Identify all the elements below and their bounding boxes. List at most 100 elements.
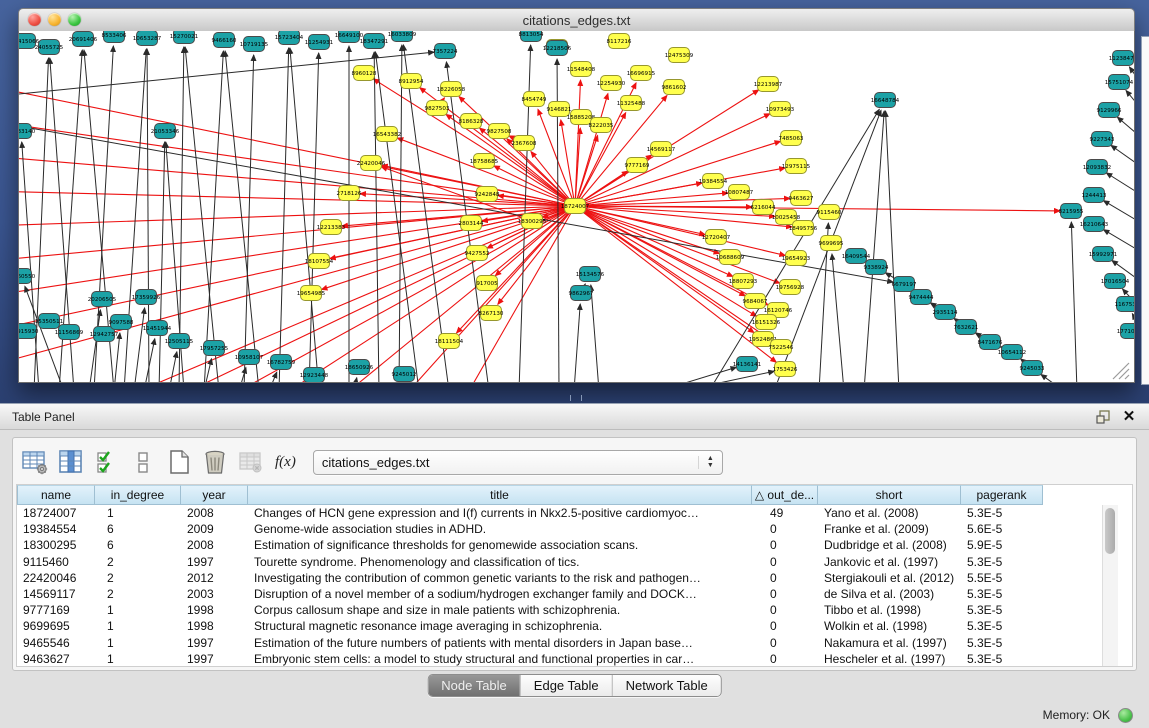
graph-node[interactable]: 20691406 (69, 32, 98, 47)
table-row[interactable]: 1872400712008Changes of HCN gene express… (17, 505, 1132, 521)
panel-split-handle[interactable] (570, 395, 582, 401)
function-builder-button[interactable]: f(x) (273, 454, 298, 471)
graph-node[interactable]: 8813054 (519, 31, 544, 42)
graph-node[interactable]: 12254930 (597, 76, 626, 91)
graph-node[interactable]: 16543382 (373, 127, 401, 142)
table-row[interactable]: 1938455462009Genome-wide association stu… (17, 521, 1132, 537)
delete-table-button-disabled[interactable] (237, 449, 264, 476)
column-header-in_degree[interactable]: in_degree (95, 485, 181, 505)
graph-node[interactable]: 18347291 (360, 34, 389, 49)
graph-node[interactable]: 18724007 (561, 199, 590, 214)
graph-node[interactable]: 9338924 (864, 260, 889, 275)
graph-node[interactable]: 7522546 (769, 340, 794, 355)
graph-node[interactable]: 9777169 (625, 158, 650, 173)
graph-node[interactable]: 2367608 (512, 136, 537, 151)
graph-node[interactable]: 20533140 (19, 124, 36, 139)
graph-node[interactable]: 1753426 (773, 362, 798, 377)
graph-node[interactable]: 8186328 (459, 114, 484, 129)
network-window-titlebar[interactable]: citations_edges.txt (18, 8, 1135, 32)
graph-node[interactable]: 8533406 (102, 31, 127, 43)
graph-node[interactable]: 12213987 (754, 77, 783, 92)
graph-node[interactable]: 9245033 (1020, 361, 1045, 376)
graph-node[interactable]: 9474444 (909, 290, 934, 305)
graph-node[interactable]: 8960128 (352, 66, 377, 81)
graph-node[interactable]: 12923448 (300, 368, 329, 383)
graph-node[interactable]: 917005 (476, 276, 498, 291)
table-body[interactable]: 1872400712008Changes of HCN gene express… (17, 505, 1132, 667)
graph-node[interactable]: 10958107 (235, 350, 264, 365)
table-select-dropdown[interactable]: citations_edges.txt ▲▼ (313, 450, 723, 475)
graph-node[interactable]: 16033809 (388, 31, 417, 42)
graph-node[interactable]: 9245012 (392, 367, 417, 382)
graph-node[interactable]: 17016504 (1101, 274, 1130, 289)
show-columns-button[interactable] (57, 449, 84, 476)
graph-node[interactable]: 7357224 (433, 44, 458, 59)
graph-node[interactable]: 8222035 (589, 118, 614, 133)
table-row[interactable]: 1830029562008Estimation of significance … (17, 537, 1132, 553)
graph-node[interactable]: 9463627 (789, 191, 814, 206)
graph-node[interactable]: 9466160 (212, 33, 237, 48)
graph-node[interactable]: 1244413 (1082, 188, 1107, 203)
graph-node[interactable]: 10973493 (766, 102, 795, 117)
unselect-all-button[interactable] (129, 449, 156, 476)
graph-node[interactable]: 16210643 (1080, 217, 1109, 232)
table-row[interactable]: 2242004622012Investigating the contribut… (17, 570, 1132, 586)
table-row[interactable]: 946362711997Embryonic stem cells: a mode… (17, 651, 1132, 667)
graph-node[interactable]: 6679197 (892, 277, 917, 292)
graph-node[interactable]: 11451944 (143, 321, 172, 336)
graph-node[interactable]: 12720407 (702, 230, 731, 245)
graph-nodes[interactable]: 1872400789601288912954182260589827503165… (19, 31, 1134, 382)
graph-node[interactable]: 19756928 (776, 280, 805, 295)
table-row[interactable]: 911546021997Tourette syndrome. Phenomeno… (17, 554, 1132, 570)
graph-node[interactable]: 11548408 (567, 62, 596, 77)
graph-node[interactable]: 19654985 (297, 286, 326, 301)
table-mode-button[interactable] (21, 449, 48, 476)
graph-node[interactable]: 16782759 (267, 355, 296, 370)
graph-node[interactable]: 15270021 (170, 31, 199, 44)
graph-node[interactable]: 12975115 (782, 159, 811, 174)
graph-node[interactable]: 9684067 (743, 294, 768, 309)
delete-column-trash-button[interactable] (201, 449, 228, 476)
graph-node[interactable]: 10719135 (240, 37, 269, 52)
graph-node[interactable]: 8215955 (1059, 204, 1084, 219)
graph-node[interactable]: 10654112 (998, 345, 1026, 360)
graph-node[interactable]: 11254931 (305, 35, 334, 50)
graph-node[interactable]: 3915930 (19, 324, 39, 339)
table-row[interactable]: 977716911998Corpus callosum shape and si… (17, 602, 1132, 618)
graph-node[interactable]: 14569117 (647, 142, 676, 157)
table-row[interactable]: 946554611997Estimation of the future num… (17, 635, 1132, 651)
table-vertical-scrollbar[interactable] (1102, 505, 1118, 666)
graph-node[interactable]: 8912954 (399, 74, 424, 89)
column-header-short[interactable]: short (818, 485, 961, 505)
graph-node[interactable]: 2935114 (933, 305, 958, 320)
graph-node[interactable]: 25260550 (19, 269, 36, 284)
graph-node[interactable]: 17710494 (1117, 324, 1134, 339)
graph-node[interactable]: 15134576 (576, 267, 605, 282)
graph-node[interactable]: 9129966 (1097, 103, 1122, 118)
graph-node[interactable]: 6216044 (751, 200, 776, 215)
select-all-button[interactable] (93, 449, 120, 476)
new-column-button[interactable] (165, 449, 192, 476)
graph-node[interactable]: 9097588 (109, 315, 134, 330)
graph-node[interactable]: 12505115 (165, 334, 194, 349)
graph-node[interactable]: 14136141 (733, 357, 762, 372)
graph-node[interactable]: 9242848 (475, 187, 500, 202)
graph-node[interactable]: 19654923 (782, 251, 811, 266)
graph-node[interactable]: 15992971 (1089, 247, 1118, 262)
tab-network-table[interactable]: Network Table (612, 675, 721, 696)
graph-node[interactable]: 12213383 (317, 220, 346, 235)
graph-node[interactable]: 17957255 (200, 341, 229, 356)
graph-node[interactable]: 10688609 (716, 250, 745, 265)
graph-node[interactable]: 20206505 (88, 292, 117, 307)
graph-node[interactable]: 9427552 (465, 246, 490, 261)
graph-node[interactable]: 11238476 (1109, 51, 1134, 66)
graph-node[interactable]: 22420046 (357, 156, 386, 171)
graph-node[interactable]: 18495756 (789, 221, 818, 236)
graph-node[interactable]: 11325488 (617, 96, 646, 111)
graph-node[interactable]: 7485063 (779, 131, 804, 146)
graph-node[interactable]: 18650926 (345, 360, 374, 375)
graph-node[interactable]: 8471676 (978, 335, 1003, 350)
tab-edge-table[interactable]: Edge Table (520, 675, 612, 696)
graph-node[interactable]: 24055725 (35, 40, 64, 55)
tab-node-table[interactable]: Node Table (428, 675, 520, 696)
